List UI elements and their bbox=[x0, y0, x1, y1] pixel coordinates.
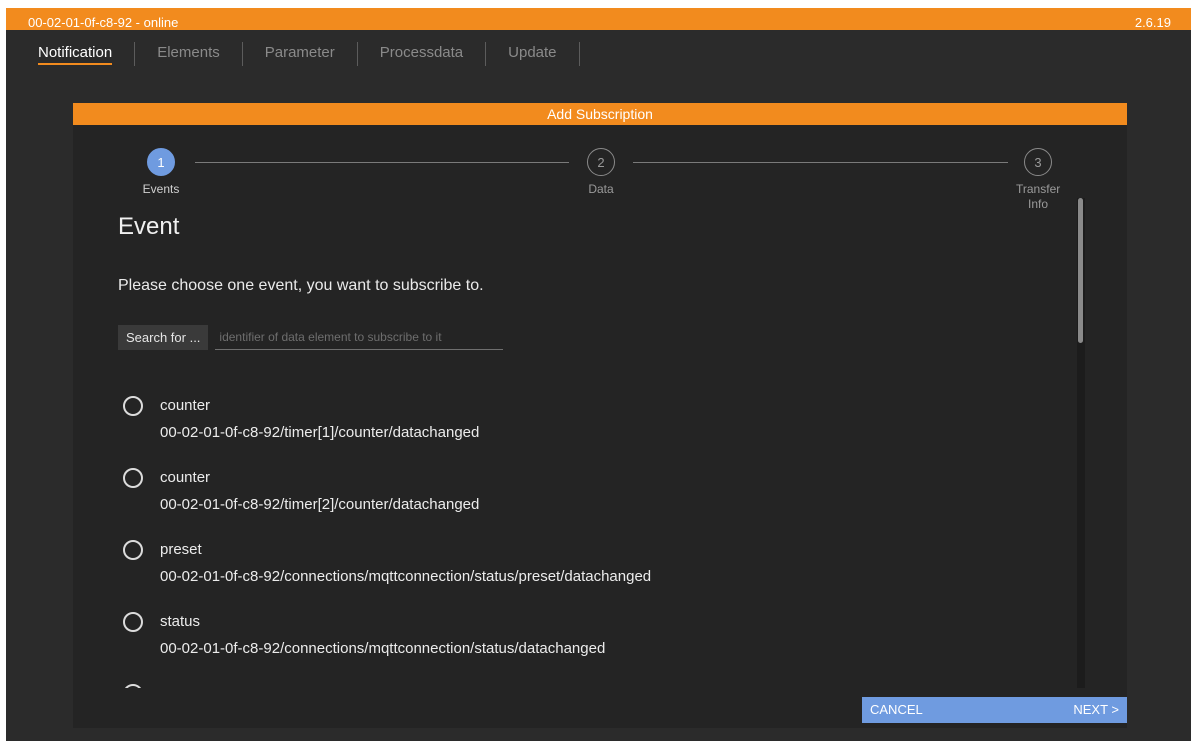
step-data[interactable]: 2 Data bbox=[573, 148, 629, 197]
next-button[interactable]: NEXT > bbox=[1073, 697, 1119, 723]
stepper-connector bbox=[633, 162, 1008, 163]
step-label: Transfer Info bbox=[1016, 182, 1061, 211]
tab-processdata[interactable]: Processdata bbox=[358, 42, 487, 66]
scrollbar[interactable] bbox=[1077, 198, 1085, 688]
tab-update[interactable]: Update bbox=[486, 42, 580, 66]
radio-button[interactable] bbox=[123, 612, 143, 632]
event-name: status bbox=[160, 613, 201, 630]
list-item[interactable] bbox=[123, 681, 1023, 688]
list-item[interactable]: status 00-02-01-0f-c8-92/connections/mqt… bbox=[123, 609, 1023, 681]
event-path: 00-02-01-0f-c8-92/timer[2]/counter/datac… bbox=[160, 496, 480, 513]
add-subscription-dialog: Add Subscription 1 Events 2 Data 3 Trans… bbox=[73, 103, 1127, 728]
search-button[interactable]: Search for ... bbox=[118, 325, 209, 350]
radio-button[interactable] bbox=[123, 396, 143, 416]
radio-button[interactable] bbox=[123, 684, 143, 688]
step-events[interactable]: 1 Events bbox=[133, 148, 189, 197]
tab-parameter[interactable]: Parameter bbox=[243, 42, 358, 66]
list-item[interactable]: counter 00-02-01-0f-c8-92/timer[2]/count… bbox=[123, 465, 1023, 537]
app-window: 00-02-01-0f-c8-92 - online 2.6.19 Notifi… bbox=[6, 8, 1191, 741]
step-number: 2 bbox=[587, 148, 615, 176]
radio-button[interactable] bbox=[123, 468, 143, 488]
step-number: 1 bbox=[147, 148, 175, 176]
tab-elements[interactable]: Elements bbox=[135, 42, 243, 66]
step-transfer-info[interactable]: 3 Transfer Info bbox=[1008, 148, 1068, 212]
event-list: counter 00-02-01-0f-c8-92/timer[1]/count… bbox=[123, 393, 1023, 688]
stepper-connector bbox=[195, 162, 569, 163]
step-label: Events bbox=[142, 182, 180, 196]
event-path: 00-02-01-0f-c8-92/connections/mqttconnec… bbox=[160, 640, 606, 657]
list-item[interactable]: preset 00-02-01-0f-c8-92/connections/mqt… bbox=[123, 537, 1023, 609]
tab-label: Elements bbox=[157, 44, 220, 61]
event-path: 00-02-01-0f-c8-92/connections/mqttconnec… bbox=[160, 568, 652, 585]
scrollbar-thumb[interactable] bbox=[1078, 198, 1083, 343]
tab-label: Processdata bbox=[379, 44, 464, 61]
list-item[interactable]: counter 00-02-01-0f-c8-92/timer[1]/count… bbox=[123, 393, 1023, 465]
event-name: counter bbox=[160, 469, 211, 486]
tab-label: Parameter bbox=[264, 44, 335, 61]
dialog-title: Add Subscription bbox=[73, 103, 1127, 125]
top-nav: Notification Elements Parameter Processd… bbox=[30, 42, 580, 66]
tab-notification[interactable]: Notification bbox=[30, 42, 136, 66]
step-number: 3 bbox=[1024, 148, 1052, 176]
event-name: counter bbox=[160, 397, 211, 414]
event-name: preset bbox=[160, 541, 202, 558]
tab-label: Notification bbox=[38, 44, 113, 65]
event-path: 00-02-01-0f-c8-92/timer[1]/counter/datac… bbox=[160, 424, 480, 441]
cancel-button[interactable]: CANCEL bbox=[870, 697, 923, 723]
search-input[interactable] bbox=[215, 325, 504, 350]
section-title: Event bbox=[118, 213, 180, 240]
device-title: 00-02-01-0f-c8-92 - online bbox=[28, 15, 179, 30]
search-row: Search for ... bbox=[118, 325, 504, 350]
title-bar: 00-02-01-0f-c8-92 - online 2.6.19 bbox=[6, 8, 1191, 30]
tab-label: Update bbox=[508, 44, 557, 61]
instruction-text: Please choose one event, you want to sub… bbox=[118, 277, 484, 294]
version-label: 2.6.19 bbox=[1134, 15, 1171, 30]
radio-button[interactable] bbox=[123, 540, 143, 560]
step-label: Data bbox=[588, 182, 614, 196]
dialog-footer: CANCEL NEXT > bbox=[862, 697, 1127, 723]
